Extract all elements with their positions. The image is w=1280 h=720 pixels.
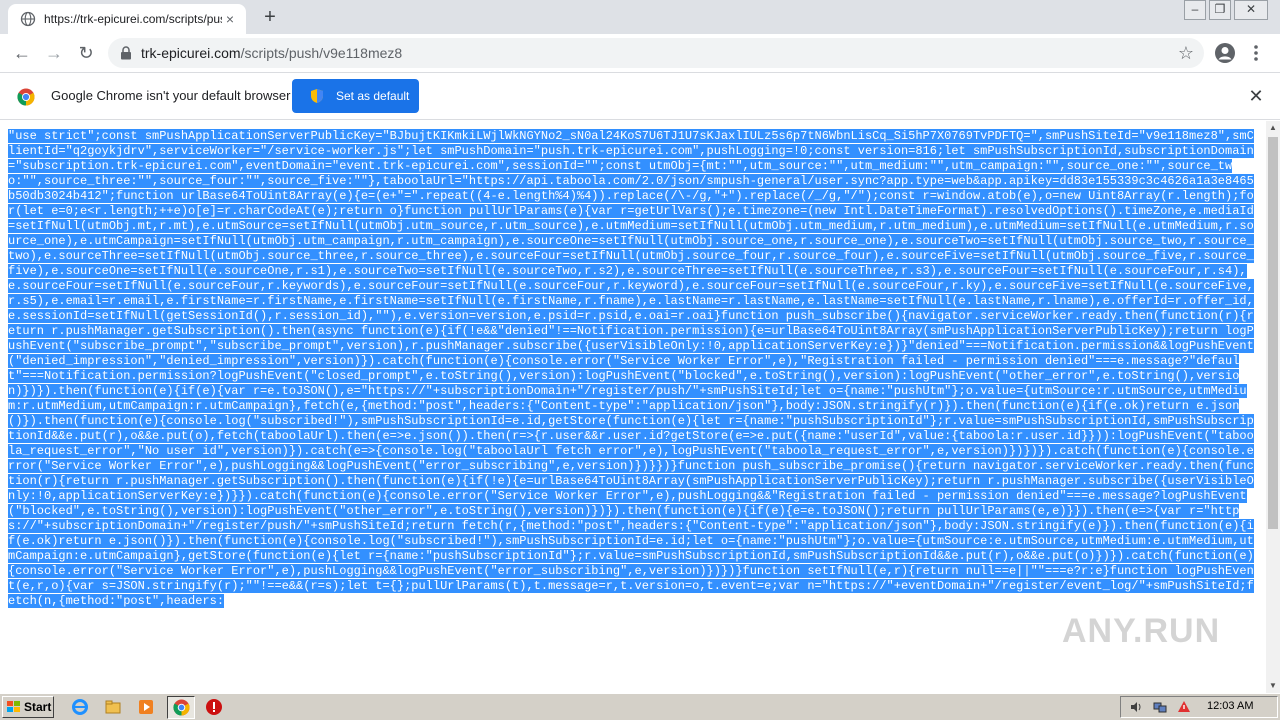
security-alert-icon[interactable] [1177,700,1191,714]
default-browser-infobar: Google Chrome isn't your default browser… [0,72,1280,120]
infobar-message: Google Chrome isn't your default browser [51,88,291,103]
set-as-default-button[interactable]: Set as default [292,79,419,113]
scroll-up-arrow-icon[interactable]: ▲ [1266,121,1280,135]
chrome-logo-icon [17,88,35,106]
volume-icon[interactable] [1129,700,1143,714]
script-source-text[interactable]: "use strict";const smPushApplicationServ… [8,129,1258,609]
stop-icon[interactable] [205,698,223,716]
globe-icon [20,11,36,27]
tab-close-icon[interactable]: × [222,11,238,27]
infobar-close-icon[interactable]: ✕ [1248,87,1264,105]
internet-explorer-icon[interactable] [71,698,89,716]
restore-button[interactable]: ❐ [1209,0,1231,20]
media-player-icon[interactable] [137,698,155,716]
watermark: ANY.RUN [1062,612,1221,650]
scrollbar-thumb[interactable] [1268,137,1278,529]
window-close-button[interactable]: ✕ [1234,0,1268,20]
forward-button[interactable]: → [40,39,68,67]
page-content: "use strict";const smPushApplicationServ… [0,121,1266,693]
new-tab-button[interactable]: + [258,6,282,30]
taskbar-chrome-button[interactable] [167,696,195,719]
profile-avatar-icon[interactable] [1214,42,1236,64]
minimize-button[interactable]: – [1184,0,1206,20]
browser-tab[interactable]: https://trk-epicurei.com/scripts/push/v9… [8,4,246,34]
kebab-menu-icon[interactable] [1248,40,1264,66]
tab-title: https://trk-epicurei.com/scripts/push/v9… [44,12,222,26]
set-as-default-label: Set as default [336,89,410,103]
network-icon[interactable] [1153,700,1167,714]
windows-taskbar: Start 12:03 AM [0,693,1280,720]
taskbar-clock: 12:03 AM [1207,700,1254,712]
reload-button[interactable]: ↻ [72,39,100,67]
start-button[interactable]: Start [2,696,54,718]
chrome-taskbar-icon [173,699,190,716]
file-explorer-icon[interactable] [104,698,122,716]
system-tray [1120,696,1278,718]
vertical-scrollbar[interactable]: ▲ ▼ [1266,121,1280,693]
windows-logo-icon [7,701,20,712]
tab-strip: https://trk-epicurei.com/scripts/push/v9… [0,0,1280,34]
bookmark-star-icon[interactable]: ☆ [1178,43,1194,64]
browser-toolbar: ← → ↻ trk-epicurei.com/scripts/push/v9e1… [0,34,1280,72]
url-text: trk-epicurei.com/scripts/push/v9e118mez8 [141,45,402,61]
url-path: /scripts/push/v9e118mez8 [240,45,403,61]
selected-code: "use strict";const smPushApplicationServ… [8,129,1254,608]
scroll-down-arrow-icon[interactable]: ▼ [1266,679,1280,693]
url-host: trk-epicurei.com [141,45,241,61]
lock-icon[interactable] [120,46,132,60]
start-label: Start [24,700,52,714]
shield-icon [311,89,323,103]
back-button[interactable]: ← [8,39,36,67]
address-bar[interactable]: trk-epicurei.com/scripts/push/v9e118mez8… [108,38,1204,68]
